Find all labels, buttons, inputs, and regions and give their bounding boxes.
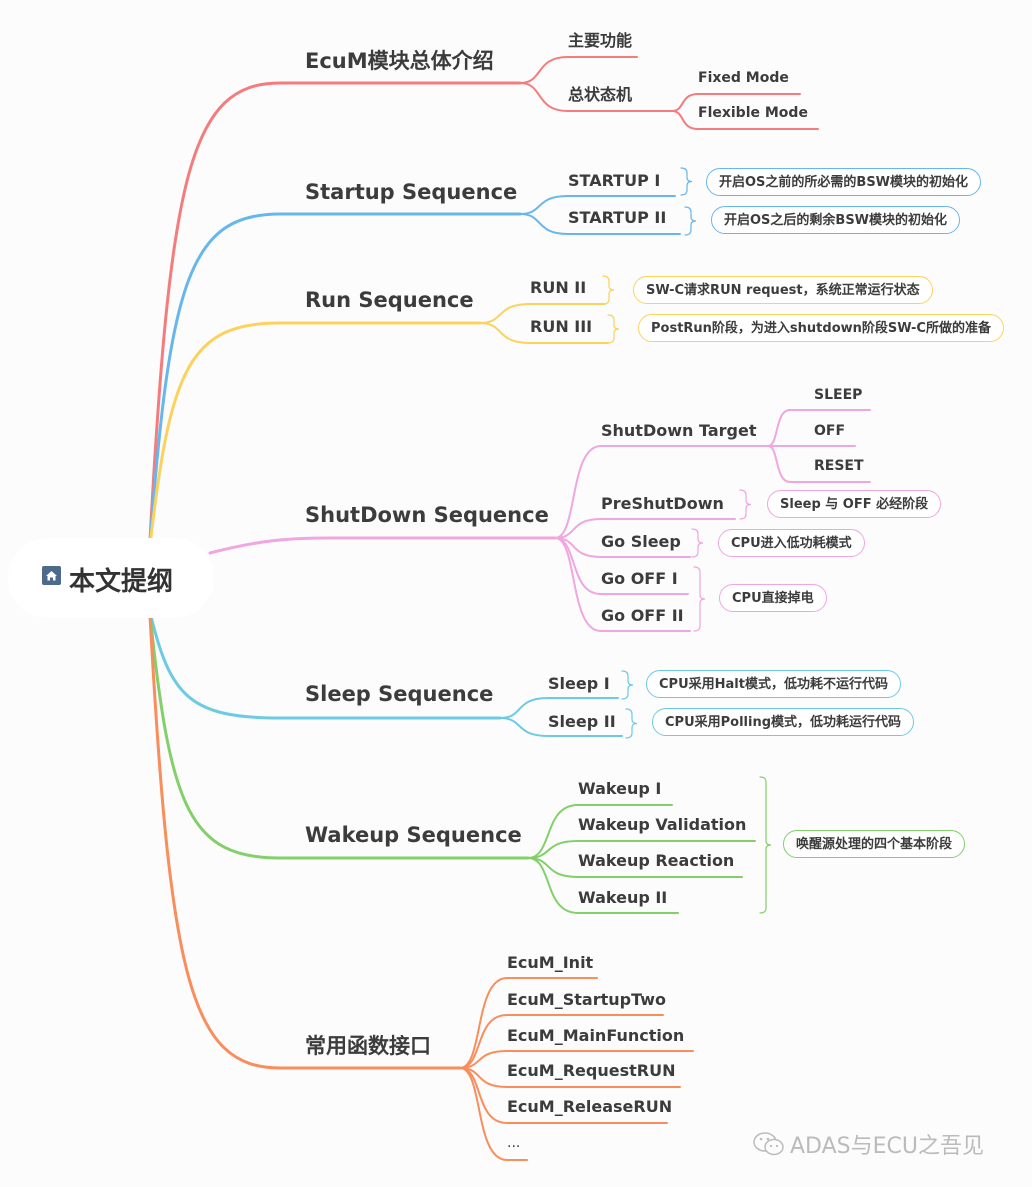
note-startup-2: 开启OS之后的剩余BSW模块的初始化: [711, 206, 961, 234]
node-startup-1[interactable]: STARTUP I: [568, 173, 660, 189]
brace-wakeup: [759, 776, 772, 914]
node-ecum-mainfunction[interactable]: EcuM_MainFunction: [507, 1028, 684, 1044]
brace-startup-1: [680, 167, 693, 196]
node-wakeup-validation[interactable]: Wakeup Validation: [578, 817, 746, 833]
note-preshutdown: Sleep 与 OFF 必经阶段: [767, 490, 942, 518]
node-go-off-1[interactable]: Go OFF I: [601, 571, 678, 587]
line-shutdown-target: [554, 445, 769, 539]
node-target-reset[interactable]: RESET: [814, 459, 864, 473]
note-run-2: SW-C请求RUN request，系统正常运行状态: [633, 276, 933, 304]
brace-startup-2: [684, 206, 697, 236]
node-run-2[interactable]: RUN II: [530, 280, 586, 296]
note-startup-1: 开启OS之前的所必需的BSW模块的初始化: [706, 168, 982, 196]
node-target-off[interactable]: OFF: [814, 424, 845, 438]
node-flexible-mode[interactable]: Flexible Mode: [698, 106, 808, 120]
brace-run-3: [607, 314, 620, 344]
branch-wakeup-sequence[interactable]: Wakeup Sequence: [305, 825, 522, 846]
watermark: ADAS与ECU之吾见: [752, 1128, 984, 1163]
brace-go-off: [693, 566, 706, 632]
node-ellipsis[interactable]: ...: [507, 1136, 520, 1150]
node-startup-2[interactable]: STARTUP II: [568, 210, 666, 226]
node-go-sleep[interactable]: Go Sleep: [601, 534, 681, 550]
node-go-off-2[interactable]: Go OFF II: [601, 608, 684, 624]
brace-sleep-1: [621, 670, 634, 700]
root-label: 本文提纲: [69, 567, 174, 597]
trunk-startup: [148, 212, 522, 545]
node-shutdown-target[interactable]: ShutDown Target: [601, 423, 756, 439]
node-wakeup-1[interactable]: Wakeup I: [578, 781, 661, 797]
node-run-3[interactable]: RUN III: [530, 319, 592, 335]
brace-run-2: [602, 275, 615, 305]
node-state-machine[interactable]: 总状态机: [568, 87, 632, 103]
note-sleep-2: CPU采用Polling模式，低功耗运行代码: [652, 708, 915, 736]
note-run-3: PostRun阶段，为进入shutdown阶段SW-C所做的准备: [638, 314, 1004, 342]
node-ecum-startuptwo[interactable]: EcuM_StartupTwo: [507, 992, 666, 1008]
node-ecum-releaserun[interactable]: EcuM_ReleaseRUN: [507, 1099, 672, 1115]
note-wakeup: 唤醒源处理的四个基本阶段: [783, 830, 966, 858]
wechat-icon: [752, 1131, 786, 1163]
trunk-shutdown: [208, 536, 557, 555]
node-ecum-requestrun[interactable]: EcuM_RequestRUN: [507, 1063, 675, 1079]
node-sleep-1[interactable]: Sleep I: [548, 676, 610, 692]
node-wakeup-reaction[interactable]: Wakeup Reaction: [578, 853, 734, 869]
branch-run-sequence[interactable]: Run Sequence: [305, 290, 474, 311]
brace-sleep-2: [625, 708, 638, 739]
brace-go-sleep: [691, 528, 704, 558]
home-icon: [42, 566, 61, 585]
branch-ecum-overview[interactable]: EcuM模块总体介绍: [305, 51, 494, 72]
node-preshutdown[interactable]: PreShutDown: [601, 496, 724, 512]
brace-preshutdown: [739, 489, 752, 520]
branch-startup-sequence[interactable]: Startup Sequence: [305, 182, 517, 203]
node-main-functions[interactable]: 主要功能: [568, 33, 632, 49]
watermark-text: ADAS与ECU之吾见: [790, 1134, 984, 1159]
node-sleep-2[interactable]: Sleep II: [548, 714, 616, 730]
node-fixed-mode[interactable]: Fixed Mode: [698, 71, 789, 85]
node-target-sleep[interactable]: SLEEP: [814, 388, 862, 402]
note-go-sleep: CPU进入低功耗模式: [718, 529, 865, 557]
branch-sleep-sequence[interactable]: Sleep Sequence: [305, 684, 493, 705]
branch-common-api[interactable]: 常用函数接口: [305, 1036, 431, 1057]
node-ecum-init[interactable]: EcuM_Init: [507, 955, 593, 971]
note-sleep-1: CPU采用Halt模式，低功耗不运行代码: [646, 670, 901, 698]
trunk-wakeup: [148, 612, 530, 860]
line-main-functions: [519, 56, 638, 84]
branch-shutdown-sequence[interactable]: ShutDown Sequence: [305, 505, 549, 526]
note-go-off: CPU直接掉电: [719, 584, 827, 612]
node-wakeup-2[interactable]: Wakeup II: [578, 890, 667, 906]
